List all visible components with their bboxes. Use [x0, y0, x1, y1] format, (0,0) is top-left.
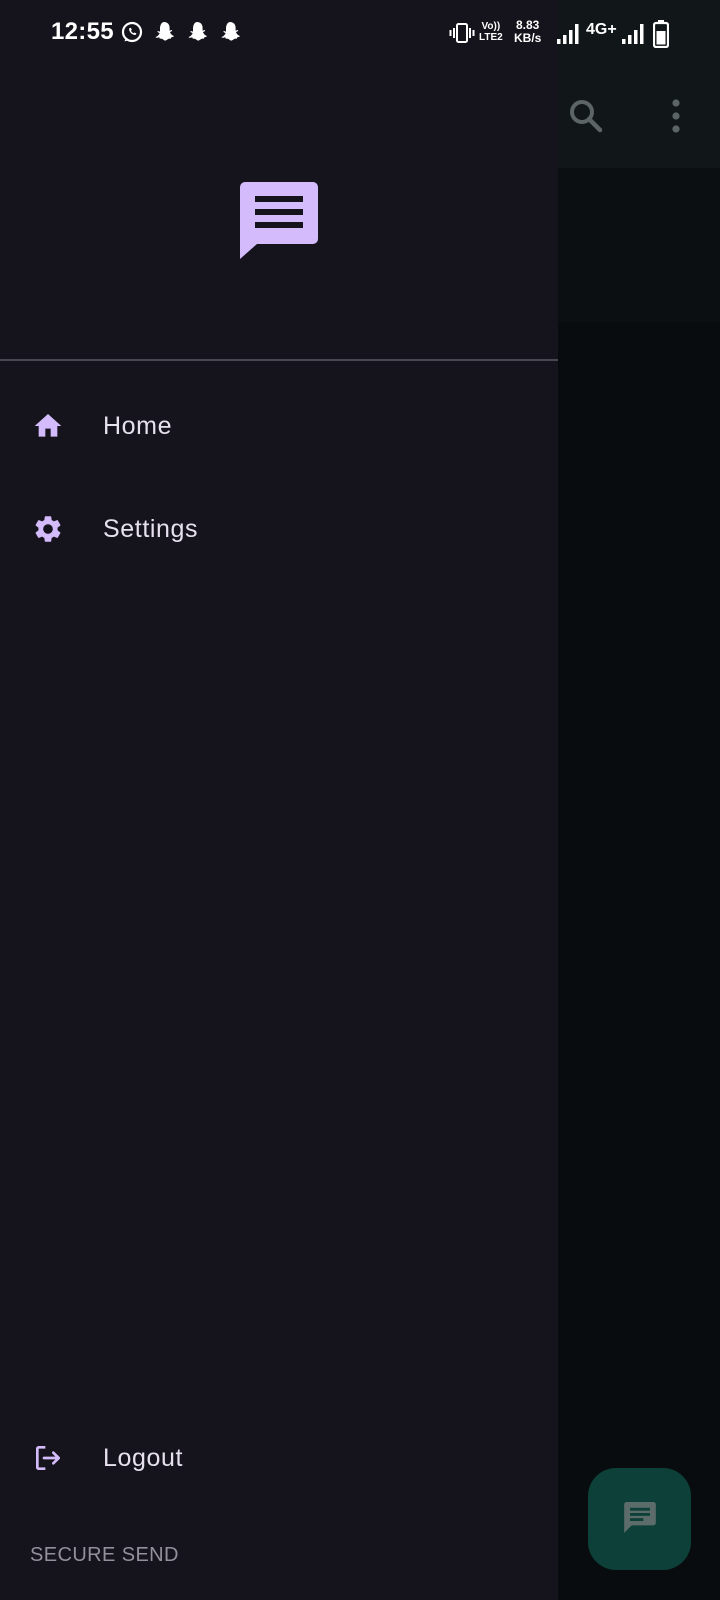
signal-icon — [622, 24, 644, 49]
search-icon[interactable] — [566, 96, 606, 136]
new-message-fab[interactable] — [588, 1468, 691, 1570]
volte-label: Vo)) — [481, 21, 501, 32]
drawer-item-settings-label: Settings — [103, 514, 199, 543]
drawer-item-home-label: Home — [103, 411, 173, 440]
home-icon — [32, 410, 64, 442]
whatsapp-icon — [120, 20, 144, 49]
network-speed-value: 8.83 — [515, 18, 540, 32]
more-vert-icon[interactable] — [660, 96, 692, 136]
snapchat-icon — [219, 20, 241, 49]
drawer-divider — [0, 359, 558, 361]
app-footer-label: SECURE SEND — [30, 1544, 179, 1566]
drawer-item-logout-label: Logout — [103, 1443, 184, 1472]
snapchat-icon — [153, 20, 175, 49]
signal-icon — [557, 24, 579, 49]
message-icon — [620, 1497, 660, 1542]
network-speed: 8.83 KB/s — [514, 19, 541, 45]
drawer-item-logout[interactable]: Logout — [0, 1418, 558, 1498]
logout-icon — [32, 1442, 64, 1474]
network-type: 4G+ — [586, 21, 617, 38]
drawer-item-settings[interactable]: Settings — [0, 489, 558, 569]
navigation-drawer: Home Settings Logout SECURE SEND — [0, 0, 558, 1600]
drawer-item-home[interactable]: Home — [0, 386, 558, 466]
battery-icon — [652, 20, 670, 53]
snapchat-icon — [186, 20, 208, 49]
status-time: 12:55 — [51, 18, 114, 45]
status-bar: 12:55 Vo)) LTE2 8.83 KB/s 4G+ — [0, 0, 720, 66]
message-icon — [240, 182, 318, 260]
network-speed-unit: KB/s — [514, 31, 542, 45]
vibrate-icon — [449, 22, 475, 49]
lte-label: LTE2 — [479, 32, 503, 43]
volte-indicator: Vo)) LTE2 — [479, 21, 503, 43]
gear-icon — [32, 513, 64, 545]
